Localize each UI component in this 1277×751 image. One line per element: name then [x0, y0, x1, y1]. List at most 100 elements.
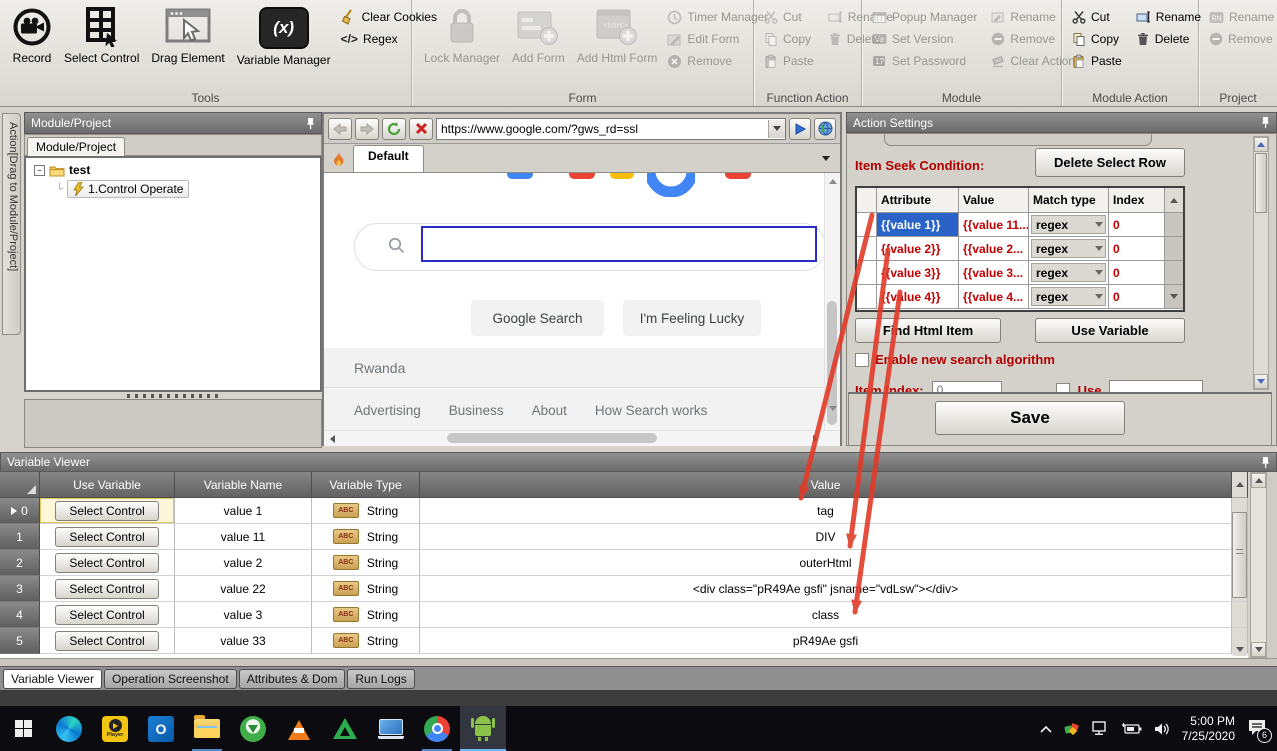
footer-link-about[interactable]: About: [532, 403, 567, 418]
footer-link-how-search-works[interactable]: How Search works: [595, 403, 708, 418]
as-scroll-down-button[interactable]: [1254, 374, 1268, 389]
project-remove-button[interactable]: Remove: [1209, 31, 1274, 47]
seek-idx-2[interactable]: 0: [1109, 261, 1165, 284]
taskbar-edge[interactable]: [46, 706, 92, 751]
col-variable-name[interactable]: Variable Name: [175, 472, 312, 498]
notification-center-button[interactable]: 6: [1247, 719, 1267, 739]
google-search-button[interactable]: Google Search: [471, 300, 604, 336]
match-type-dropdown[interactable]: regex: [1031, 263, 1106, 282]
browser-back-button[interactable]: [328, 118, 352, 140]
variable-row-0[interactable]: 0 Select Control value 1 ABCString tag: [0, 498, 1248, 524]
taskbar-file-explorer[interactable]: [184, 706, 230, 751]
variable-type-cell[interactable]: ABCString: [312, 550, 420, 576]
seek-idx-0[interactable]: 0: [1109, 213, 1165, 236]
taskbar-green-app[interactable]: [322, 706, 368, 751]
lock-manager-button[interactable]: Lock Manager: [418, 3, 506, 65]
taskbar-player[interactable]: Player: [92, 706, 138, 751]
item-index-spinner[interactable]: 0: [932, 381, 1002, 392]
variable-type-cell[interactable]: ABCString: [312, 602, 420, 628]
volume-icon[interactable]: [1154, 722, 1170, 736]
variable-row-5[interactable]: 5 Select Control value 33 ABCString pR49…: [0, 628, 1248, 654]
scroll-right-icon[interactable]: [813, 435, 818, 443]
action-dock-tab[interactable]: Action[Drag to Module/Project]: [2, 113, 21, 335]
fa-cut-button[interactable]: Cut: [764, 9, 814, 25]
hscroll-thumb[interactable]: [447, 433, 657, 443]
col-use-variable[interactable]: Use Variable: [40, 472, 175, 498]
footer-link-advertising[interactable]: Advertising: [354, 403, 421, 418]
browser-stop-button[interactable]: [409, 118, 433, 140]
variable-row-4[interactable]: 4 Select Control value 3 ABCString class: [0, 602, 1248, 628]
as-scroll-thumb[interactable]: [1255, 153, 1267, 213]
ma-rename-button[interactable]: Rename: [1136, 9, 1201, 25]
variable-name-cell[interactable]: value 2: [175, 550, 312, 576]
enable-search-checkbox[interactable]: [855, 353, 869, 367]
col-variable-type[interactable]: Variable Type: [312, 472, 420, 498]
vv-scroll-thumb[interactable]: [1232, 512, 1247, 598]
add-form-button[interactable]: Add Form: [506, 3, 571, 65]
seek-val-1[interactable]: {{value 2...: [959, 237, 1029, 260]
variable-row-2[interactable]: 2 Select Control value 2 ABCString outer…: [0, 550, 1248, 576]
tab-operation-screenshot[interactable]: Operation Screenshot: [104, 669, 237, 689]
tab-variable-viewer[interactable]: Variable Viewer: [3, 669, 102, 689]
variable-value-cell[interactable]: class: [420, 602, 1232, 628]
variable-manager-button[interactable]: (x) Variable Manager: [231, 3, 337, 67]
set-version-button[interactable]: Ve Set Version: [872, 31, 977, 47]
seek-row-3[interactable]: {{value 4}} {{value 4... regex 0: [857, 285, 1183, 309]
seek-idx-1[interactable]: 0: [1109, 237, 1165, 260]
browser-refresh-button[interactable]: [382, 118, 406, 140]
variable-name-cell[interactable]: value 11: [175, 524, 312, 550]
select-control-button[interactable]: Select Control: [58, 3, 145, 65]
match-type-dropdown[interactable]: regex: [1031, 287, 1106, 306]
network-icon[interactable]: [1092, 721, 1110, 736]
start-button[interactable]: [0, 706, 46, 751]
as-scroll-up-button[interactable]: [1254, 137, 1268, 152]
popup-manager-button[interactable]: Popup Manager: [872, 9, 977, 25]
tree-child-selection[interactable]: 1.Control Operate: [67, 180, 189, 198]
pin-icon[interactable]: [306, 117, 315, 130]
variable-type-cell[interactable]: ABCString: [312, 628, 420, 654]
scroll-down-icon[interactable]: [829, 406, 837, 411]
taskbar-chrome[interactable]: [414, 706, 460, 751]
fa-paste-button[interactable]: Paste: [764, 53, 814, 69]
fa-copy-button[interactable]: Copy: [764, 31, 814, 47]
seek-attr-0[interactable]: {{value 1}}: [877, 213, 959, 236]
record-button[interactable]: Record: [6, 3, 58, 65]
pin-icon[interactable]: [1261, 116, 1270, 129]
variable-name-cell[interactable]: value 1: [175, 498, 312, 524]
variable-name-cell[interactable]: value 22: [175, 576, 312, 602]
taskbar-outlook[interactable]: O: [138, 706, 184, 751]
select-control-button[interactable]: Select Control: [55, 527, 159, 547]
save-button[interactable]: Save: [935, 401, 1125, 435]
battery-icon[interactable]: [1122, 723, 1142, 735]
tab-attributes-dom[interactable]: Attributes & Dom: [239, 669, 346, 689]
variable-value-cell[interactable]: pR49Ae gsfi: [420, 628, 1232, 654]
tray-expand-icon[interactable]: [1040, 725, 1052, 733]
select-control-button[interactable]: Select Control: [55, 553, 159, 573]
use-checkbox[interactable]: [1056, 383, 1070, 392]
tree-node-root[interactable]: − test: [26, 158, 320, 177]
find-html-item-button[interactable]: Find Html Item: [855, 318, 1001, 343]
outer-scroll-down-button[interactable]: [1251, 642, 1266, 657]
seek-idx-3[interactable]: 0: [1109, 285, 1165, 308]
project-rename-button[interactable]: RN Rename: [1209, 9, 1274, 25]
seek-val-0[interactable]: {{value 11...: [959, 213, 1029, 236]
taskbar-idm[interactable]: [230, 706, 276, 751]
select-control-button[interactable]: Select Control: [55, 631, 159, 651]
vv-scroll-down-button[interactable]: [1233, 642, 1247, 656]
browser-forward-button[interactable]: [355, 118, 379, 140]
vv-scroll-up-icon[interactable]: [1236, 482, 1244, 487]
variable-row-3[interactable]: 3 Select Control value 22 ABCString <div…: [0, 576, 1248, 602]
feeling-lucky-button[interactable]: I'm Feeling Lucky: [623, 300, 761, 336]
panel-splitter[interactable]: [24, 392, 322, 399]
add-html-form-button[interactable]: <html> Add Html Form: [571, 3, 664, 65]
set-password-button[interactable]: 1? Set Password: [872, 53, 977, 69]
taskbar-pc-app[interactable]: [368, 706, 414, 751]
taskbar-android-active[interactable]: [460, 706, 506, 751]
vv-outer-scrollbar[interactable]: [1250, 472, 1267, 658]
variable-name-cell[interactable]: value 3: [175, 602, 312, 628]
use-variable-button[interactable]: Use Variable: [1035, 318, 1185, 343]
variable-type-cell[interactable]: ABCString: [312, 498, 420, 524]
variable-row-1[interactable]: 1 Select Control value 11 ABCString DIV: [0, 524, 1248, 550]
pin-icon[interactable]: [1261, 456, 1270, 469]
action-settings-scrollbar[interactable]: [1253, 136, 1269, 390]
